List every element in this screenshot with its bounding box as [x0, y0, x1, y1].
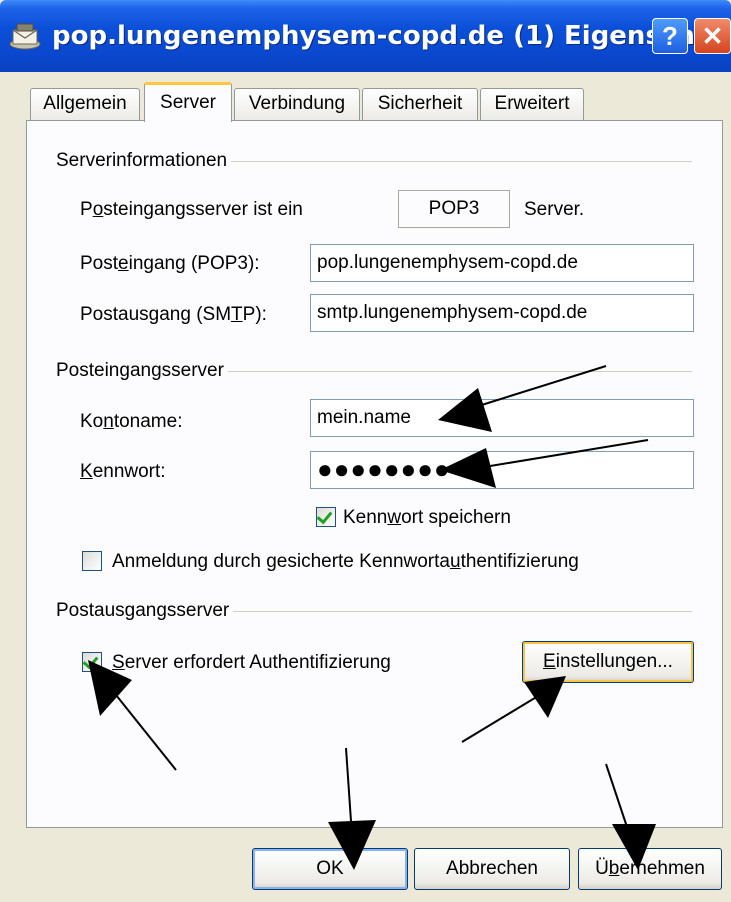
smtp-auth-label[interactable]: Server erfordert Authentifizierung: [112, 651, 391, 675]
properties-dialog: pop.lungenemphysem-copd.de (1) Eigensch.…: [0, 0, 731, 902]
incoming-type-suffix: Server.: [524, 199, 585, 220]
tab-sicherheit[interactable]: Sicherheit: [362, 88, 478, 120]
close-icon: ✕: [701, 21, 724, 51]
save-password-label[interactable]: Kennwort speichern: [343, 506, 511, 530]
cancel-button[interactable]: Abbrechen: [414, 848, 570, 890]
smtp-server-input[interactable]: smtp.lungenemphysem-copd.de: [310, 294, 694, 332]
window-title: pop.lungenemphysem-copd.de (1) Eigensch.…: [52, 21, 725, 51]
account-name-input[interactable]: mein.name: [310, 399, 694, 437]
outgoing-server-header: Postausgangsserver: [56, 599, 234, 623]
apply-button[interactable]: Übernehmen: [578, 848, 722, 890]
incoming-server-type: POP3: [398, 190, 510, 228]
incoming-type-label: Posteingangsserver ist ein: [80, 199, 303, 220]
save-password-checkbox[interactable]: [316, 507, 336, 527]
tab-allgemein[interactable]: Allgemein: [30, 88, 140, 120]
password-input[interactable]: ●●●●●●●●: [310, 451, 694, 489]
tab-verbindung[interactable]: Verbindung: [234, 88, 360, 120]
tab-server[interactable]: Server: [144, 82, 232, 122]
settings-button[interactable]: Einstellungen...: [522, 641, 694, 683]
smtp-label: Postausgang (SMTP):: [80, 304, 267, 325]
pop3-server-input[interactable]: pop.lungenemphysem-copd.de: [310, 244, 694, 282]
account-name-label: Kontoname:: [80, 411, 183, 432]
spa-label[interactable]: Anmeldung durch gesicherte Kennwortauthe…: [112, 550, 579, 574]
spa-checkbox[interactable]: [82, 551, 102, 571]
mail-account-icon: [9, 23, 41, 50]
help-button[interactable]: ?: [652, 18, 688, 54]
smtp-auth-checkbox[interactable]: [82, 652, 102, 672]
tab-erweitert[interactable]: Erweitert: [480, 88, 584, 120]
help-icon: ?: [662, 21, 678, 51]
title-bar[interactable]: pop.lungenemphysem-copd.de (1) Eigensch.…: [0, 0, 731, 72]
checkmark-icon: [82, 652, 99, 670]
serverinfo-header: Serverinformationen: [56, 149, 232, 173]
close-button[interactable]: ✕: [694, 18, 731, 54]
ok-button[interactable]: OK: [252, 848, 408, 890]
password-label: Kennwort:: [80, 461, 166, 482]
incoming-server-header: Posteingangsserver: [56, 359, 228, 383]
checkmark-icon: [316, 507, 333, 525]
pop3-label: Posteingang (POP3):: [80, 253, 260, 274]
